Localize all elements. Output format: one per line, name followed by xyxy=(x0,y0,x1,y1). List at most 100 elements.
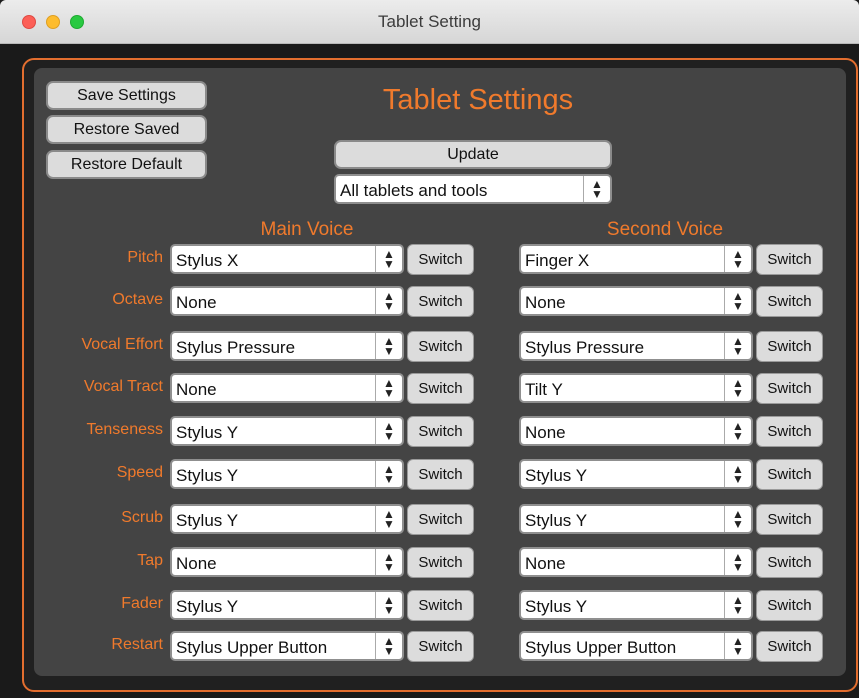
select-divider xyxy=(583,176,584,202)
second-voice-switch-button[interactable]: Switch xyxy=(756,286,823,317)
select-divider xyxy=(375,288,376,314)
second-voice-switch-button[interactable]: Switch xyxy=(756,547,823,578)
mapping-value: None xyxy=(176,293,217,312)
main-voice-mapping-select[interactable]: Stylus Y ▲ ▼ xyxy=(170,504,404,534)
main-voice-mapping-select[interactable]: Stylus Y ▲ ▼ xyxy=(170,416,404,446)
main-voice-mapping-select[interactable]: Stylus Y ▲ ▼ xyxy=(170,459,404,489)
select-divider xyxy=(724,592,725,618)
second-voice-mapping-select[interactable]: None ▲ ▼ xyxy=(519,416,753,446)
second-voice-mapping-select[interactable]: Stylus Y ▲ ▼ xyxy=(519,459,753,489)
mapping-value: Stylus Y xyxy=(525,511,588,530)
main-voice-switch-button[interactable]: Switch xyxy=(407,286,474,317)
mapping-value: None xyxy=(525,293,566,312)
select-divider xyxy=(375,592,376,618)
select-divider xyxy=(375,418,376,444)
select-stepper-icon: ▲ ▼ xyxy=(383,247,395,271)
row-label: Fader xyxy=(121,595,163,612)
mapping-value: Stylus X xyxy=(176,251,239,270)
select-stepper-icon: ▲ ▼ xyxy=(383,376,395,400)
select-stepper-icon: ▲ ▼ xyxy=(732,419,744,443)
save-settings-button[interactable]: Save Settings xyxy=(46,81,207,110)
second-voice-mapping-select[interactable]: Finger X ▲ ▼ xyxy=(519,244,753,274)
settings-frame: Save Settings Restore Saved Restore Defa… xyxy=(22,58,858,692)
select-divider xyxy=(724,418,725,444)
restore-default-button[interactable]: Restore Default xyxy=(46,150,207,179)
main-voice-mapping-select[interactable]: None ▲ ▼ xyxy=(170,373,404,403)
main-voice-switch-button[interactable]: Switch xyxy=(407,590,474,621)
title-bar: Tablet Setting xyxy=(0,0,859,44)
second-voice-mapping-select[interactable]: Stylus Pressure ▲ ▼ xyxy=(519,331,753,361)
mapping-value: Stylus Y xyxy=(176,511,239,530)
second-voice-mapping-select[interactable]: Tilt Y ▲ ▼ xyxy=(519,373,753,403)
main-voice-heading: Main Voice xyxy=(260,219,354,240)
main-voice-mapping-select[interactable]: Stylus Y ▲ ▼ xyxy=(170,590,404,620)
select-divider xyxy=(375,333,376,359)
second-voice-mapping-select[interactable]: None ▲ ▼ xyxy=(519,286,753,316)
second-voice-switch-button[interactable]: Switch xyxy=(756,459,823,490)
row-label: Restart xyxy=(111,636,163,653)
tablet-select[interactable]: All tablets and tools ▲ ▼ xyxy=(334,174,612,204)
row-label: Pitch xyxy=(127,249,163,266)
settings-panel: Save Settings Restore Saved Restore Defa… xyxy=(34,68,846,676)
select-divider xyxy=(375,549,376,575)
main-voice-switch-button[interactable]: Switch xyxy=(407,244,474,275)
mapping-value: None xyxy=(525,554,566,573)
main-voice-switch-button[interactable]: Switch xyxy=(407,631,474,662)
mapping-value: Stylus Y xyxy=(525,597,588,616)
mapping-value: Stylus Pressure xyxy=(176,338,296,357)
main-voice-mapping-select[interactable]: Stylus X ▲ ▼ xyxy=(170,244,404,274)
main-voice-mapping-select[interactable]: None ▲ ▼ xyxy=(170,547,404,577)
main-voice-mapping-select[interactable]: None ▲ ▼ xyxy=(170,286,404,316)
main-voice-mapping-select[interactable]: Stylus Upper Button ▲ ▼ xyxy=(170,631,404,661)
second-voice-mapping-select[interactable]: None ▲ ▼ xyxy=(519,547,753,577)
select-stepper-icon: ▲ ▼ xyxy=(383,334,395,358)
second-voice-mapping-select[interactable]: Stylus Y ▲ ▼ xyxy=(519,504,753,534)
select-divider xyxy=(724,246,725,272)
second-voice-switch-button[interactable]: Switch xyxy=(756,331,823,362)
select-stepper-icon: ▲ ▼ xyxy=(732,462,744,486)
select-divider xyxy=(375,633,376,659)
main-voice-switch-button[interactable]: Switch xyxy=(407,547,474,578)
second-voice-mapping-select[interactable]: Stylus Y ▲ ▼ xyxy=(519,590,753,620)
second-voice-switch-button[interactable]: Switch xyxy=(756,504,823,535)
mapping-value: None xyxy=(525,423,566,442)
select-stepper-icon: ▲ ▼ xyxy=(732,550,744,574)
select-stepper-icon: ▲ ▼ xyxy=(732,507,744,531)
mapping-value: None xyxy=(176,380,217,399)
second-voice-switch-button[interactable]: Switch xyxy=(756,590,823,621)
main-voice-switch-button[interactable]: Switch xyxy=(407,416,474,447)
restore-saved-button[interactable]: Restore Saved xyxy=(46,115,207,144)
mapping-value: Stylus Upper Button xyxy=(176,638,328,657)
main-voice-switch-button[interactable]: Switch xyxy=(407,331,474,362)
select-stepper-icon: ▲ ▼ xyxy=(383,289,395,313)
tablet-select-value: All tablets and tools xyxy=(340,181,488,200)
second-voice-switch-button[interactable]: Switch xyxy=(756,416,823,447)
mapping-value: Stylus Upper Button xyxy=(525,638,677,657)
second-voice-switch-button[interactable]: Switch xyxy=(756,244,823,275)
row-label: Scrub xyxy=(121,509,163,526)
second-voice-mapping-select[interactable]: Stylus Upper Button ▲ ▼ xyxy=(519,631,753,661)
mapping-value: Finger X xyxy=(525,251,590,270)
row-label: Tap xyxy=(137,552,163,569)
row-label: Speed xyxy=(116,464,163,481)
main-voice-mapping-select[interactable]: Stylus Pressure ▲ ▼ xyxy=(170,331,404,361)
select-divider xyxy=(724,461,725,487)
select-divider xyxy=(375,375,376,401)
second-voice-switch-button[interactable]: Switch xyxy=(756,631,823,662)
second-voice-switch-button[interactable]: Switch xyxy=(756,373,823,404)
select-stepper-icon: ▲ ▼ xyxy=(383,507,395,531)
main-voice-switch-button[interactable]: Switch xyxy=(407,373,474,404)
mapping-value: Stylus Y xyxy=(176,423,239,442)
update-button[interactable]: Update xyxy=(334,140,612,169)
select-divider xyxy=(724,288,725,314)
window-content: Save Settings Restore Saved Restore Defa… xyxy=(0,44,859,698)
select-stepper-icon: ▲ ▼ xyxy=(591,177,603,201)
mapping-value: Stylus Y xyxy=(176,466,239,485)
select-stepper-icon: ▲ ▼ xyxy=(383,593,395,617)
select-stepper-icon: ▲ ▼ xyxy=(732,634,744,658)
row-label: Tenseness xyxy=(86,421,164,438)
main-voice-switch-button[interactable]: Switch xyxy=(407,504,474,535)
select-stepper-icon: ▲ ▼ xyxy=(383,550,395,574)
second-voice-heading: Second Voice xyxy=(606,219,724,240)
main-voice-switch-button[interactable]: Switch xyxy=(407,459,474,490)
